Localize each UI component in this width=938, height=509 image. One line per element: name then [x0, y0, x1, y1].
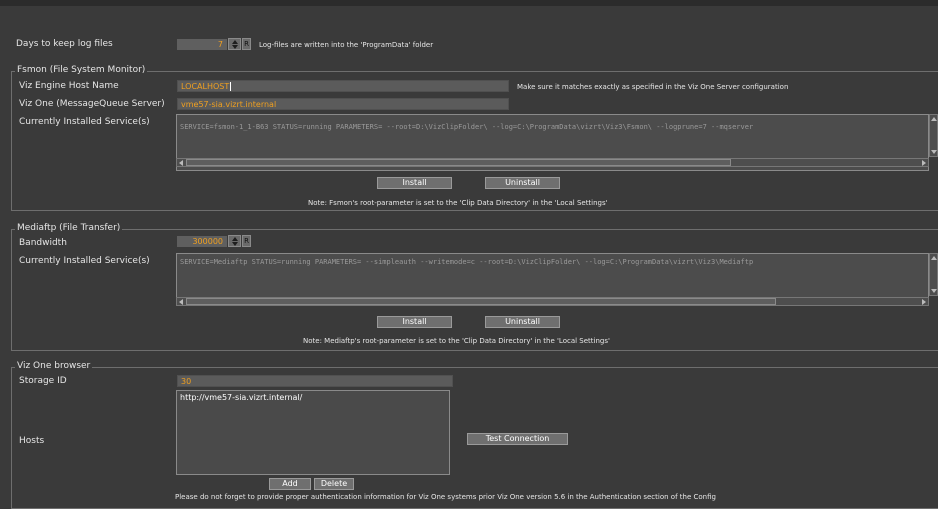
bandwidth-spinner[interactable]: [228, 235, 241, 247]
delete-host-button[interactable]: Delete: [314, 478, 354, 490]
mediaftp-install-button[interactable]: Install: [377, 316, 452, 328]
mediaftp-legend: Mediaftp (File Transfer): [15, 223, 123, 233]
hosts-label: Hosts: [19, 436, 45, 446]
days-spinner[interactable]: [228, 38, 241, 50]
fsmon-hscroll-thumb[interactable]: [186, 159, 731, 166]
days-reset-button[interactable]: R: [242, 38, 251, 50]
storage-id-label: Storage ID: [19, 376, 67, 386]
mediaftp-hscroll-thumb[interactable]: [186, 298, 776, 305]
storage-id-input[interactable]: 30: [177, 375, 453, 387]
fsmon-hscroll[interactable]: [176, 158, 929, 167]
days-note: Log-files are written into the 'ProgramD…: [259, 41, 434, 49]
fsmon-services-label: Currently Installed Service(s): [19, 117, 150, 127]
fsmon-uninstall-button[interactable]: Uninstall: [485, 177, 560, 189]
top-strip: [0, 0, 938, 6]
hosts-list-item[interactable]: http://vme57-sia.vizrt.internal/: [180, 393, 446, 402]
bandwidth-reset-button[interactable]: R: [242, 235, 251, 247]
mediaftp-uninstall-button[interactable]: Uninstall: [485, 316, 560, 328]
days-input[interactable]: 7: [177, 39, 227, 50]
add-host-button[interactable]: Add: [269, 478, 311, 490]
browser-legend: Viz One browser: [15, 361, 93, 371]
vizone-mq-input[interactable]: vme57-sia.vizrt.internal: [177, 98, 509, 110]
viz-engine-label: Viz Engine Host Name: [19, 81, 119, 91]
bandwidth-input[interactable]: 300000: [177, 236, 227, 247]
viz-engine-input[interactable]: LOCALHOST: [177, 80, 509, 92]
fsmon-legend: Fsmon (File System Monitor): [15, 65, 148, 75]
bandwidth-label: Bandwidth: [19, 238, 67, 248]
fsmon-install-button[interactable]: Install: [377, 177, 452, 189]
hosts-list[interactable]: http://vme57-sia.vizrt.internal/: [176, 390, 450, 475]
mediaftp-services-label: Currently Installed Service(s): [19, 256, 150, 266]
test-connection-button[interactable]: Test Connection: [467, 433, 568, 445]
fsmon-note: Note: Fsmon's root-parameter is set to t…: [308, 199, 608, 207]
days-label: Days to keep log files: [16, 39, 113, 49]
mediaftp-hscroll[interactable]: [176, 297, 929, 306]
mediaftp-note: Note: Mediaftp's root-parameter is set t…: [303, 337, 610, 345]
auth-note: Please do not forget to provide proper a…: [175, 493, 716, 501]
viz-engine-hint: Make sure it matches exactly as specifie…: [517, 83, 789, 91]
fsmon-vscroll[interactable]: [929, 114, 938, 157]
mediaftp-vscroll[interactable]: [929, 253, 938, 296]
vizone-mq-label: Viz One (MessageQueue Server): [19, 99, 165, 109]
